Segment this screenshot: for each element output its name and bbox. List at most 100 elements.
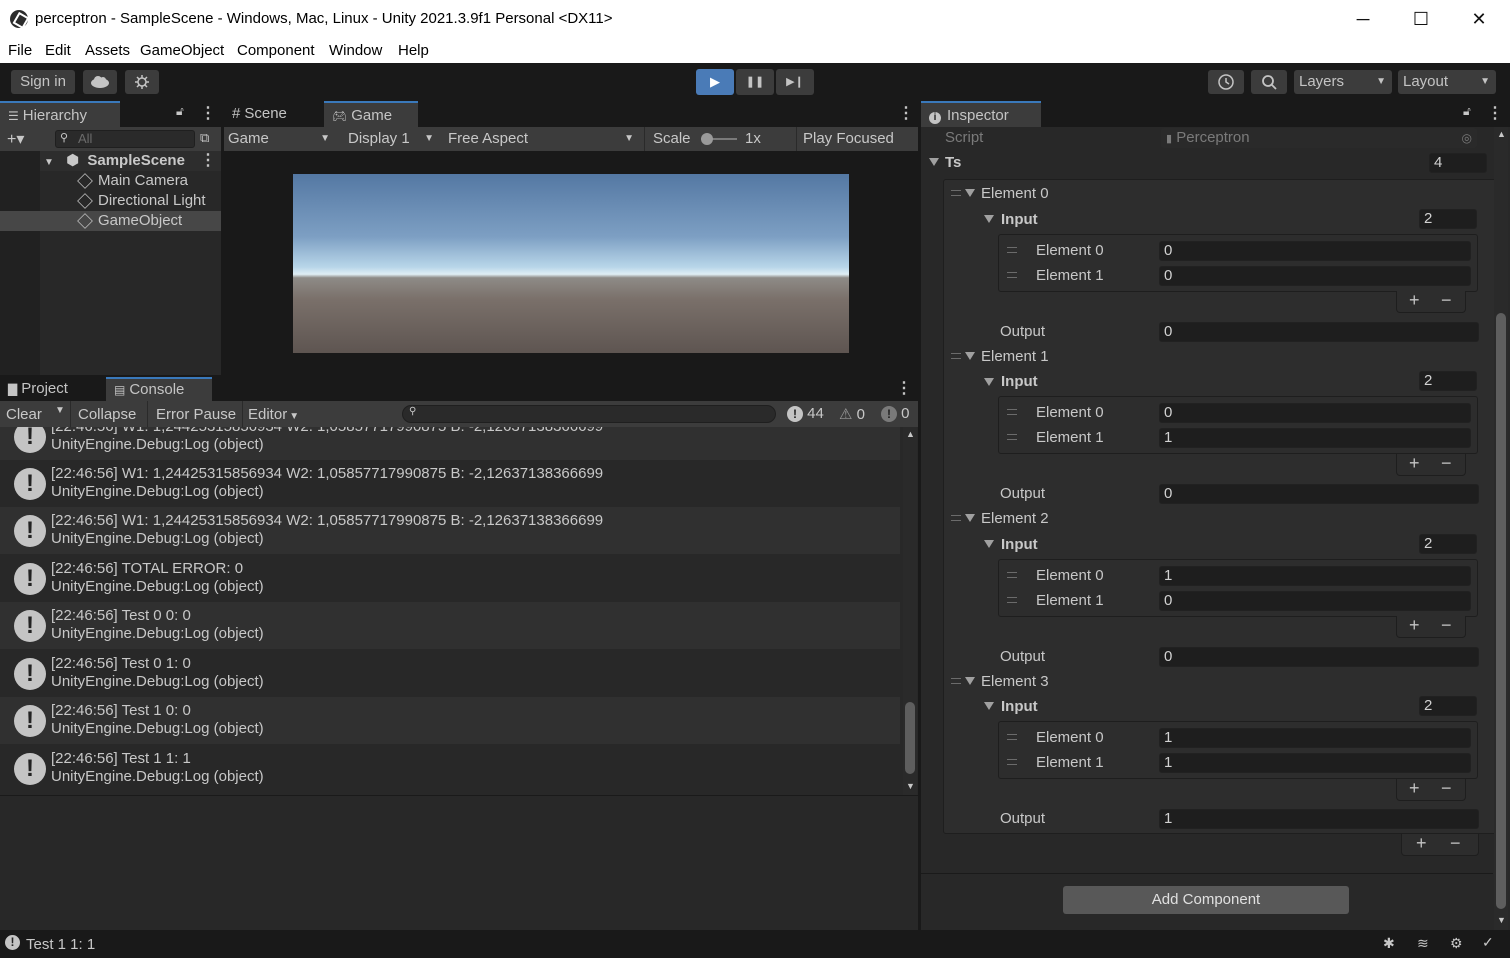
lock-icon[interactable]: 🔓︎	[176, 104, 184, 119]
add-element-button[interactable]: +	[1409, 290, 1420, 311]
chevron-down-icon[interactable]	[929, 158, 939, 166]
drag-handle-icon[interactable]	[951, 678, 961, 684]
output-field[interactable]: 0	[1159, 322, 1479, 342]
add-component-button[interactable]: Add Component	[1063, 886, 1349, 914]
menu-window[interactable]: Window	[329, 42, 382, 59]
sign-in-button[interactable]: Sign in	[11, 70, 75, 94]
log-row[interactable]: ! [22:46:56] W1: 1,24425315856934 W2: 1,…	[0, 507, 900, 554]
more-options-icon[interactable]: ⋮	[200, 103, 216, 123]
game-render-canvas[interactable]	[293, 174, 849, 353]
menu-assets[interactable]: Assets	[85, 42, 130, 59]
close-button[interactable]: ✕	[1450, 0, 1508, 38]
layers-dropdown[interactable]: Layers ▼	[1294, 70, 1392, 94]
chevron-down-icon[interactable]	[965, 677, 975, 685]
search-input[interactable]: ⚲ All	[55, 130, 195, 148]
add-element-button[interactable]: +	[1409, 615, 1420, 636]
ts-size-field[interactable]: 4	[1429, 153, 1487, 173]
drag-handle-icon[interactable]	[1007, 572, 1017, 578]
drag-handle-icon[interactable]	[1007, 597, 1017, 603]
scale-slider-thumb[interactable]	[701, 133, 713, 145]
object-picker-icon[interactable]: ◎	[1462, 129, 1472, 147]
scrollbar-thumb[interactable]	[905, 702, 915, 774]
scrollbar-thumb[interactable]	[1496, 313, 1506, 909]
clear-button[interactable]: Clear	[6, 406, 42, 423]
display-dropdown[interactable]: Display 1 ▼	[344, 127, 440, 151]
add-element-button[interactable]: +	[1409, 778, 1420, 799]
drag-handle-icon[interactable]	[951, 353, 961, 359]
console-scrollbar[interactable]: ▲ ▼	[903, 427, 917, 795]
tab-console[interactable]: ▤ Console	[106, 377, 212, 401]
chevron-down-icon[interactable]	[965, 514, 975, 522]
input-element-field[interactable]: 1	[1159, 566, 1471, 586]
log-row[interactable]: ! [22:46:56] Test 1 0: 0 UnityEngine.Deb…	[0, 697, 900, 744]
add-element-button[interactable]: +	[1416, 833, 1427, 854]
input-size-field[interactable]: 2	[1419, 696, 1477, 716]
drag-handle-icon[interactable]	[1007, 734, 1017, 740]
drag-handle-icon[interactable]	[1007, 759, 1017, 765]
display-mode-dropdown[interactable]: Game ▼	[224, 127, 336, 151]
hierarchy-item-directional-light[interactable]: Directional Light	[77, 191, 206, 211]
check-circle-icon[interactable]: ✓	[1482, 934, 1494, 951]
maximize-button[interactable]: ☐	[1392, 0, 1450, 38]
menu-gameobject[interactable]: GameObject	[140, 42, 224, 59]
input-element-field[interactable]: 0	[1159, 241, 1471, 261]
menu-component[interactable]: Component	[237, 42, 315, 59]
chevron-down-icon[interactable]	[965, 352, 975, 360]
log-count-toggle[interactable]: ! 44	[787, 405, 824, 422]
bug-icon[interactable]: ⚙	[1450, 935, 1463, 952]
input-size-field[interactable]: 2	[1419, 209, 1477, 229]
scroll-down-icon[interactable]: ▼	[1497, 915, 1506, 925]
more-options-icon[interactable]: ⋮	[898, 103, 914, 123]
chevron-down-icon[interactable]	[984, 378, 994, 386]
history-button[interactable]	[1208, 70, 1244, 94]
output-field[interactable]: 0	[1159, 484, 1479, 504]
input-size-field[interactable]: 2	[1419, 371, 1477, 391]
cloud-button[interactable]	[83, 70, 117, 94]
add-element-button[interactable]: +	[1409, 453, 1420, 474]
minimize-button[interactable]: ─	[1334, 0, 1392, 38]
menu-help[interactable]: Help	[398, 42, 429, 59]
log-row[interactable]: ! [22:46:56] Test 0 1: 0 UnityEngine.Deb…	[0, 650, 900, 697]
tab-game[interactable]: 🎮︎ Game	[324, 101, 418, 127]
remove-element-button[interactable]: −	[1450, 833, 1461, 854]
menu-edit[interactable]: Edit	[45, 42, 71, 59]
drag-handle-icon[interactable]	[951, 515, 961, 521]
warning-count-toggle[interactable]: ⚠ 0	[839, 405, 865, 423]
log-row[interactable]: ! [22:46:56] Test 1 1: 1 UnityEngine.Deb…	[0, 745, 900, 792]
aspect-dropdown[interactable]: Free Aspect ▼	[444, 127, 640, 151]
drag-handle-icon[interactable]	[1007, 247, 1017, 253]
tab-scene[interactable]: # Scene	[224, 101, 322, 127]
lock-icon[interactable]: 🔓︎	[1463, 104, 1471, 119]
scroll-up-icon[interactable]: ▲	[906, 429, 915, 439]
chevron-down-icon[interactable]	[965, 189, 975, 197]
drag-handle-icon[interactable]	[1007, 409, 1017, 415]
output-field[interactable]: 1	[1159, 809, 1479, 829]
collab-button[interactable]	[125, 70, 159, 94]
input-element-field[interactable]: 0	[1159, 266, 1471, 286]
pause-button[interactable]: ❚❚	[736, 69, 774, 95]
scene-row[interactable]: ▼ ⬢ SampleScene ⋮	[40, 151, 221, 171]
drag-handle-icon[interactable]	[951, 190, 961, 196]
output-field[interactable]: 0	[1159, 647, 1479, 667]
chevron-down-icon[interactable]	[984, 215, 994, 223]
scroll-down-icon[interactable]: ▼	[906, 781, 915, 791]
remove-element-button[interactable]: −	[1441, 290, 1452, 311]
console-search-input[interactable]: ⚲	[402, 405, 776, 423]
menu-file[interactable]: File	[8, 42, 32, 59]
progress-icon[interactable]: ≋	[1417, 935, 1429, 952]
tab-hierarchy[interactable]: ☰ Hierarchy	[0, 101, 120, 127]
layout-dropdown[interactable]: Layout ▼	[1398, 70, 1496, 94]
input-element-field[interactable]: 0	[1159, 403, 1471, 423]
log-row[interactable]: ! [22:46:56] Test 0 0: 0 UnityEngine.Deb…	[0, 602, 900, 649]
chevron-down-icon[interactable]	[984, 702, 994, 710]
scene-visibility-icon[interactable]: ⧉	[200, 130, 209, 146]
input-element-field[interactable]: 1	[1159, 428, 1471, 448]
more-options-icon[interactable]: ⋮	[896, 378, 912, 398]
status-message[interactable]: Test 1 1: 1	[26, 936, 95, 953]
inspector-scrollbar[interactable]: ▲ ▼	[1494, 127, 1508, 930]
more-options-icon[interactable]: ⋮	[1487, 103, 1503, 123]
input-element-field[interactable]: 1	[1159, 728, 1471, 748]
remove-element-button[interactable]: −	[1441, 453, 1452, 474]
error-count-toggle[interactable]: ! 0	[881, 405, 910, 422]
drag-handle-icon[interactable]	[1007, 272, 1017, 278]
